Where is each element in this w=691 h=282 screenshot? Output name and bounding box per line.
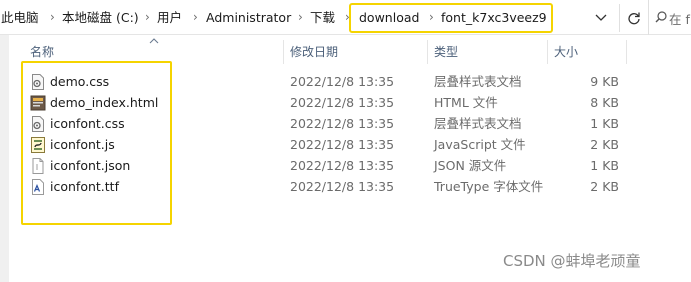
search-input[interactable]: 在 f	[648, 0, 691, 35]
search-placeholder: 在 f	[669, 12, 690, 27]
address-bar[interactable]: 此电脑 › 本地磁盘 (C:) › 用户 › Administrator › 下…	[0, 0, 691, 35]
file-type: HTML 文件	[434, 95, 498, 110]
file-size: 9 KB	[590, 74, 619, 89]
column-header-name[interactable]: 名称	[30, 44, 54, 60]
breadcrumb-separator[interactable]: ›	[50, 9, 55, 26]
file-type: 层叠样式表文档	[434, 116, 522, 131]
file-type: JSON 源文件	[434, 158, 507, 173]
file-size: 8 KB	[590, 95, 619, 110]
column-header-type[interactable]: 类型	[434, 44, 458, 60]
search-icon	[655, 11, 667, 23]
file-size: 1 KB	[590, 116, 619, 131]
column-header-date[interactable]: 修改日期	[290, 44, 338, 60]
file-date: 2022/12/8 13:35	[290, 158, 395, 173]
breadcrumb-this-pc[interactable]: 此电脑	[1, 9, 39, 26]
breadcrumb-separator[interactable]: ›	[145, 9, 150, 26]
path-highlight-box	[349, 3, 553, 33]
column-divider[interactable]	[427, 40, 428, 64]
file-type: 层叠样式表文档	[434, 74, 522, 89]
column-divider[interactable]	[283, 40, 284, 64]
file-size: 1 KB	[590, 158, 619, 173]
file-type: JavaScript 文件	[434, 137, 526, 152]
breadcrumb-separator[interactable]: ›	[193, 9, 198, 26]
breadcrumb-administrator[interactable]: Administrator	[206, 9, 291, 26]
address-history-button[interactable]	[587, 6, 615, 30]
file-date: 2022/12/8 13:35	[290, 95, 395, 110]
column-header-size[interactable]: 大小	[554, 44, 578, 60]
refresh-icon	[628, 12, 640, 25]
breadcrumb-separator[interactable]: ›	[298, 9, 303, 26]
file-date: 2022/12/8 13:35	[290, 137, 395, 152]
breadcrumb-users[interactable]: 用户	[157, 9, 182, 26]
watermark: CSDN @蚌埠老顽童	[503, 252, 641, 270]
file-date: 2022/12/8 13:35	[290, 116, 395, 131]
refresh-button[interactable]	[619, 4, 648, 32]
navigation-pane-edge	[0, 35, 9, 282]
breadcrumb-downloads[interactable]: 下载	[310, 9, 335, 26]
breadcrumb-local-disk[interactable]: 本地磁盘 (C:)	[62, 9, 139, 26]
file-date: 2022/12/8 13:35	[290, 74, 395, 89]
file-names-highlight-box	[21, 61, 172, 225]
chevron-down-icon	[595, 14, 607, 21]
column-divider[interactable]	[547, 40, 548, 64]
file-date: 2022/12/8 13:35	[290, 179, 395, 194]
file-type: TrueType 字体文件	[434, 179, 544, 194]
file-size: 2 KB	[590, 179, 619, 194]
column-divider[interactable]	[626, 40, 627, 64]
sort-ascending-icon	[149, 38, 159, 44]
file-size: 2 KB	[590, 137, 619, 152]
